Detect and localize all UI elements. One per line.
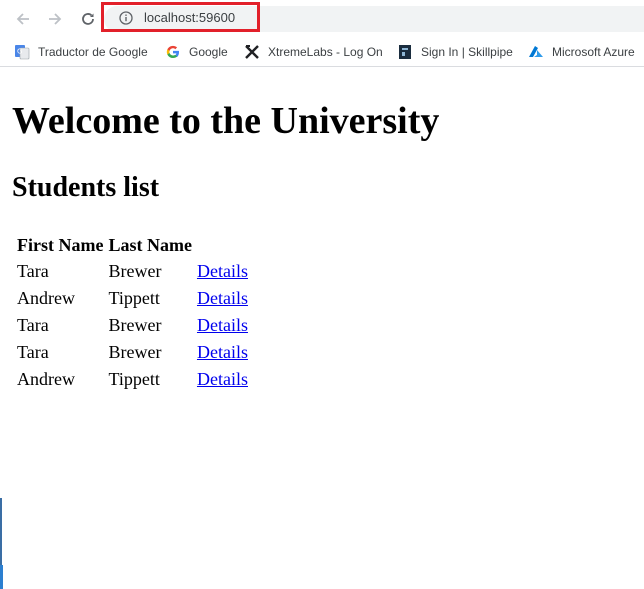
column-header-first-name: First Name xyxy=(17,234,104,255)
back-button[interactable] xyxy=(13,9,33,29)
last-name-cell: Brewer xyxy=(108,261,162,281)
table-row: Andrew Tippett Details xyxy=(16,286,249,311)
window-edge-accent xyxy=(0,565,3,589)
students-table: First Name Last Name Tara Brewer Details… xyxy=(14,231,251,394)
last-name-cell: Brewer xyxy=(108,342,162,362)
svg-text:G: G xyxy=(17,48,22,56)
table-row: Andrew Tippett Details xyxy=(16,367,249,392)
last-name-cell: Tippett xyxy=(108,369,160,389)
bookmark-label: Google xyxy=(189,45,228,59)
last-name-cell: Brewer xyxy=(108,315,162,335)
first-name-cell: Tara xyxy=(17,261,49,281)
bookmark-label: Traductor de Google xyxy=(38,45,148,59)
bookmark-google[interactable]: Google xyxy=(165,44,228,60)
section-title: Students list xyxy=(12,172,160,203)
details-link[interactable]: Details xyxy=(197,261,248,281)
bookmark-skillpipe[interactable]: Sign In | Skillpipe xyxy=(397,44,513,60)
back-arrow-icon xyxy=(16,13,29,25)
table-row: Tara Brewer Details xyxy=(16,313,249,338)
first-name-cell: Tara xyxy=(17,315,49,335)
bookmarks-bar: G Traductor de Google Google XtremeLabs … xyxy=(0,38,644,67)
bookmark-label: XtremeLabs - Log On xyxy=(268,45,383,59)
table-header-row: First Name Last Name xyxy=(16,233,249,257)
browser-toolbar: localhost:59600 xyxy=(0,0,644,38)
bookmark-xtremelabs[interactable]: XtremeLabs - Log On xyxy=(244,44,383,60)
address-highlight-box xyxy=(101,2,260,32)
page-title: Welcome to the University xyxy=(12,100,440,142)
last-name-cell: Tippett xyxy=(108,288,160,308)
google-translate-icon: G xyxy=(15,45,30,60)
details-link[interactable]: Details xyxy=(197,288,248,308)
bookmark-label: Sign In | Skillpipe xyxy=(421,45,513,59)
forward-button[interactable] xyxy=(45,9,65,29)
bookmark-label: Microsoft Azure xyxy=(552,45,635,59)
skillpipe-icon xyxy=(399,45,411,59)
xtremelabs-x-icon xyxy=(245,45,259,59)
page-content: Welcome to the University Students list … xyxy=(0,67,644,589)
bookmark-traductor[interactable]: G Traductor de Google xyxy=(14,44,148,60)
first-name-cell: Andrew xyxy=(17,288,75,308)
forward-arrow-icon xyxy=(49,13,62,25)
first-name-cell: Andrew xyxy=(17,369,75,389)
details-link[interactable]: Details xyxy=(197,369,248,389)
details-link[interactable]: Details xyxy=(197,315,248,335)
bookmark-azure[interactable]: Microsoft Azure xyxy=(528,44,635,60)
details-link[interactable]: Details xyxy=(197,342,248,362)
reload-button[interactable] xyxy=(78,9,98,29)
google-g-icon xyxy=(166,45,179,59)
column-header-actions xyxy=(196,233,249,257)
reload-icon xyxy=(82,13,94,25)
azure-icon xyxy=(529,46,543,57)
table-row: Tara Brewer Details xyxy=(16,259,249,284)
table-row: Tara Brewer Details xyxy=(16,340,249,365)
column-header-last-name: Last Name xyxy=(108,234,192,255)
first-name-cell: Tara xyxy=(17,342,49,362)
